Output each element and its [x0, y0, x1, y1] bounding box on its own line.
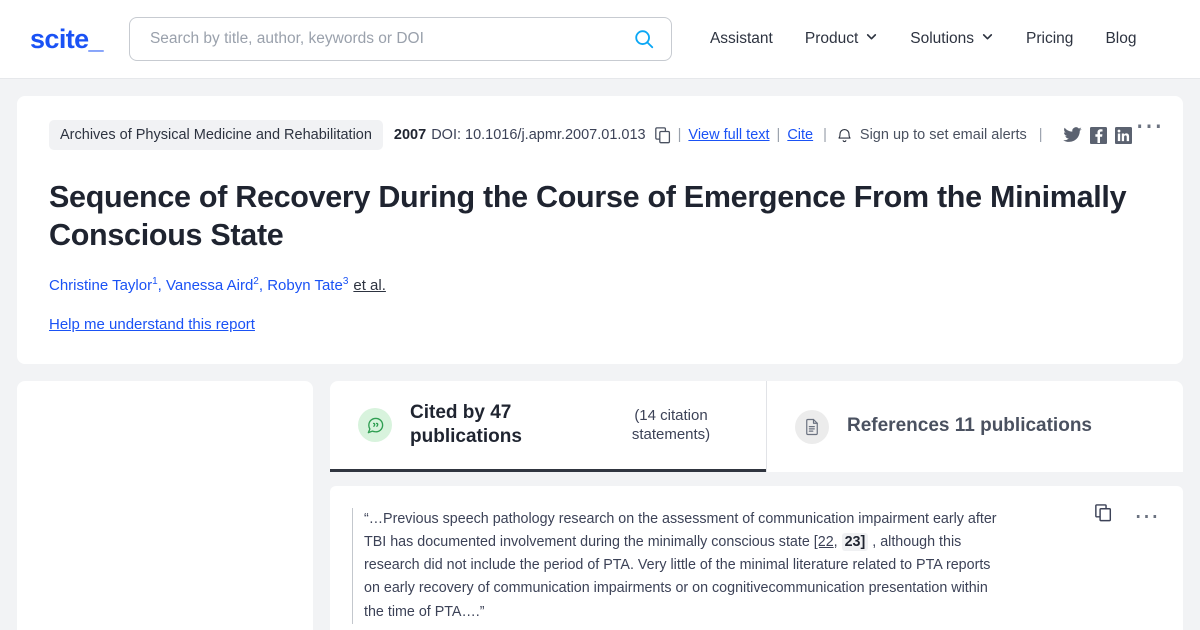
citations-column: Cited by 47 publications (14 citation st…: [330, 381, 1183, 630]
search-bar[interactable]: [128, 17, 672, 61]
quote-bubble-icon: [358, 408, 392, 442]
copy-doi-icon[interactable]: [654, 126, 671, 144]
nav-item-product[interactable]: Product: [789, 22, 894, 56]
site-header: scite_ Assistant Product Solutions: [0, 0, 1200, 79]
tab-bar: Cited by 47 publications (14 citation st…: [330, 381, 1183, 472]
et-al-link[interactable]: et al.: [353, 277, 386, 294]
scite-logo[interactable]: scite_: [30, 24, 104, 55]
citation-quote-text: “…Previous speech pathology research on …: [364, 508, 1007, 624]
facebook-icon[interactable]: [1089, 126, 1107, 144]
tab-cited-by-label: Cited by 47 publications: [410, 401, 522, 447]
doi-text: DOI: 10.1016/j.apmr.2007.01.013: [431, 127, 646, 143]
twitter-icon[interactable]: [1062, 126, 1082, 144]
content-area: Cited by 47 publications (14 citation st…: [17, 381, 1183, 630]
citation-card-tools: ⋯: [1095, 503, 1161, 528]
paper-more-options-icon[interactable]: ⋯: [1135, 112, 1165, 140]
citation-more-options-icon[interactable]: ⋯: [1134, 503, 1161, 528]
journal-name[interactable]: Archives of Physical Medicine and Rehabi…: [49, 120, 383, 150]
author-comma: ,: [157, 276, 162, 294]
page-title: Sequence of Recovery During the Course o…: [49, 180, 1127, 253]
view-full-text-link[interactable]: View full text: [688, 127, 769, 143]
author-name[interactable]: Christine Taylor1: [49, 276, 158, 294]
tab-references-label: References 11 publications: [847, 415, 1092, 437]
paper-header-card: ⋯ Archives of Physical Medicine and Reha…: [17, 96, 1183, 364]
citation-statement-card: ⋯ “…Previous speech pathology research o…: [330, 486, 1183, 630]
cite-link[interactable]: Cite: [787, 127, 813, 143]
ref-separator: ,: [833, 534, 842, 551]
reference-link-23[interactable]: 23]: [841, 533, 869, 552]
author-comma: ,: [258, 276, 264, 294]
search-input[interactable]: [147, 29, 631, 49]
nav-item-pricing[interactable]: Pricing: [1010, 22, 1089, 56]
email-alerts-label[interactable]: Sign up to set email alerts: [860, 127, 1027, 143]
bell-icon[interactable]: [837, 127, 852, 144]
author-name[interactable]: Vanessa Aird2: [166, 276, 259, 294]
author-name[interactable]: Robyn Tate3: [267, 275, 349, 294]
paper-metadata-row: Archives of Physical Medicine and Rehabi…: [49, 120, 1151, 150]
quote-block: “…Previous speech pathology research on …: [352, 508, 1007, 624]
nav-label: Blog: [1105, 30, 1137, 47]
nav-item-blog[interactable]: Blog: [1089, 22, 1152, 56]
sidebar-panel: [17, 381, 313, 630]
copy-icon[interactable]: [1095, 504, 1112, 527]
citation-statements-count: (14 citation statements): [631, 406, 711, 444]
tab-cited-by[interactable]: Cited by 47 publications (14 citation st…: [330, 381, 766, 472]
help-understand-report-link[interactable]: Help me understand this report: [49, 316, 255, 333]
linkedin-icon[interactable]: [1114, 126, 1132, 144]
search-icon[interactable]: [631, 26, 657, 52]
author-affiliation-marker: 3: [342, 275, 349, 287]
publication-year: 2007: [393, 127, 427, 143]
reference-link-22[interactable]: [22: [814, 534, 834, 550]
author-list: Christine Taylor1, Vanessa Aird2, Robyn …: [49, 276, 1151, 294]
nav-item-solutions[interactable]: Solutions: [894, 22, 1010, 56]
nav-label: Product: [804, 30, 859, 47]
nav-label: Assistant: [709, 30, 773, 47]
nav-label: Solutions: [910, 30, 975, 47]
chevron-down-icon: [981, 30, 994, 48]
tab-references[interactable]: References 11 publications: [766, 381, 1183, 472]
nav-item-assistant[interactable]: Assistant: [694, 22, 789, 56]
document-icon: [795, 409, 829, 444]
main-nav: Assistant Product Solutions Pricing Blog: [694, 22, 1153, 56]
nav-label: Pricing: [1026, 30, 1074, 47]
chevron-down-icon: [865, 30, 878, 48]
